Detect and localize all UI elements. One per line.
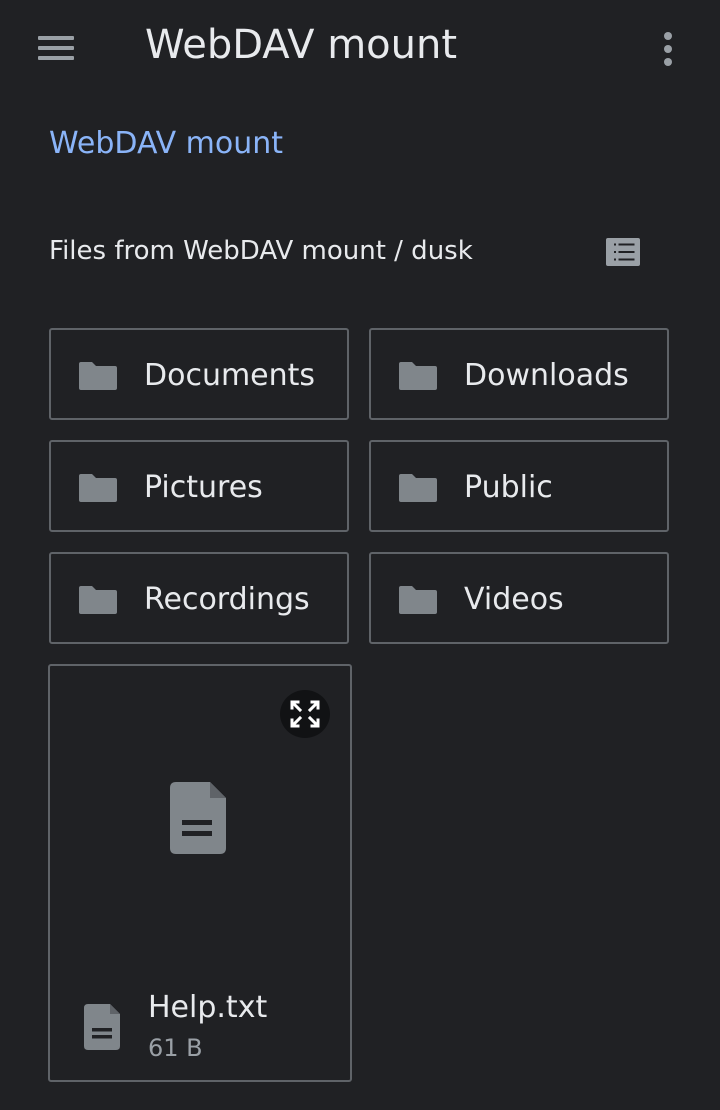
folder-name: Pictures — [144, 470, 263, 505]
folder-name: Recordings — [144, 582, 310, 617]
hamburger-menu-icon — [38, 36, 74, 40]
folder-name: Public — [464, 470, 553, 505]
app-bar: WebDAV mount — [0, 0, 720, 100]
more-vert-dot — [664, 58, 672, 66]
folder-card-downloads[interactable]: Downloads — [369, 328, 669, 420]
folder-card-videos[interactable]: Videos — [369, 552, 669, 644]
folder-icon — [79, 586, 117, 614]
file-card-help-txt[interactable]: Help.txt 61 B — [48, 664, 352, 1082]
list-view-icon — [606, 238, 640, 266]
file-name: Help.txt — [148, 990, 268, 1025]
folder-name: Documents — [144, 358, 316, 393]
folder-card-public[interactable]: Public — [369, 440, 669, 532]
text-document-preview-icon — [170, 782, 226, 854]
folder-card-pictures[interactable]: Pictures — [49, 440, 349, 532]
folder-icon — [399, 586, 437, 614]
folder-icon — [399, 362, 437, 390]
view-toggle-button[interactable] — [598, 228, 648, 276]
fullscreen-icon — [290, 700, 320, 728]
section-label: Files from WebDAV mount / dusk — [49, 236, 473, 266]
folder-icon — [79, 362, 117, 390]
folder-name: Videos — [464, 582, 564, 617]
app-title: WebDAV mount — [145, 22, 458, 68]
hamburger-line — [38, 46, 74, 50]
more-options-button[interactable] — [648, 26, 688, 70]
breadcrumb-link[interactable]: WebDAV mount — [49, 126, 283, 161]
menu-button[interactable] — [24, 28, 88, 72]
folder-name: Downloads — [464, 358, 629, 393]
text-document-icon — [84, 1004, 120, 1050]
hamburger-line — [38, 56, 74, 60]
more-vert-icon — [664, 32, 672, 40]
folder-icon — [79, 474, 117, 502]
more-vert-dot — [664, 45, 672, 53]
folder-icon — [399, 474, 437, 502]
folder-card-documents[interactable]: Documents — [49, 328, 349, 420]
expand-preview-button[interactable] — [280, 690, 330, 738]
file-size: 61 B — [148, 1034, 203, 1062]
folder-card-recordings[interactable]: Recordings — [49, 552, 349, 644]
